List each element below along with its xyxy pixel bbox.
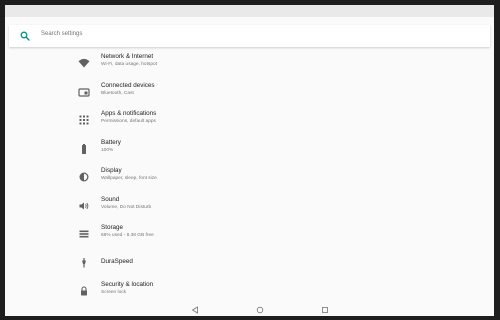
settings-item-security[interactable]: Security & location Screen lock	[5, 278, 494, 306]
item-subtitle: 68% used - 8.38 GB free	[101, 233, 154, 238]
settings-item-battery[interactable]: Battery 100%	[5, 136, 494, 164]
settings-item-duraspeed[interactable]: DuraSpeed	[5, 250, 494, 278]
settings-item-storage[interactable]: Storage 68% used - 8.38 GB free	[5, 221, 494, 249]
storage-icon	[79, 230, 89, 238]
item-subtitle: Permissions, default apps	[101, 119, 156, 124]
item-subtitle: Volume, Do Not Disturb	[101, 205, 152, 210]
item-title: Battery	[101, 139, 121, 146]
item-title: Network & Internet	[101, 53, 154, 60]
display-icon	[79, 172, 89, 182]
back-icon[interactable]	[191, 306, 199, 314]
item-title: Storage	[101, 224, 124, 231]
item-subtitle: Wi-Fi, data usage, hotspot	[101, 62, 157, 67]
lock-icon	[81, 286, 87, 296]
apps-icon	[79, 115, 89, 125]
item-subtitle: Wallpaper, sleep, font size	[101, 176, 157, 181]
item-title: DuraSpeed	[101, 258, 133, 265]
battery-icon	[82, 144, 86, 154]
settings-item-apps[interactable]: Apps & notifications Permissions, defaul…	[5, 107, 494, 135]
search-input[interactable]: Search settings	[41, 31, 82, 37]
sound-icon	[79, 202, 89, 210]
search-bar[interactable]: Search settings	[9, 25, 490, 47]
settings-item-connected-devices[interactable]: Connected devices Bluetooth, Cast	[5, 79, 494, 107]
item-subtitle: Screen lock	[101, 290, 127, 295]
settings-item-display[interactable]: Display Wallpaper, sleep, font size	[5, 164, 494, 192]
settings-screen: Search settings Network & Internet Wi-Fi…	[5, 5, 494, 316]
status-bar	[5, 5, 494, 17]
item-title: Connected devices	[101, 82, 155, 89]
wifi-icon	[78, 58, 90, 68]
item-title: Sound	[101, 196, 120, 203]
recents-icon[interactable]	[321, 306, 329, 314]
settings-item-network[interactable]: Network & Internet Wi-Fi, data usage, ho…	[5, 50, 494, 78]
settings-item-sound[interactable]: Sound Volume, Do Not Disturb	[5, 193, 494, 221]
duraspeed-icon	[82, 258, 86, 268]
home-icon[interactable]	[256, 306, 264, 314]
item-subtitle: 100%	[101, 148, 114, 153]
item-title: Display	[101, 167, 122, 174]
connected-devices-icon	[78, 88, 90, 97]
navigation-bar	[5, 303, 494, 316]
item-title: Apps & notifications	[101, 110, 157, 117]
search-icon	[20, 31, 30, 41]
item-subtitle: Bluetooth, Cast	[101, 91, 134, 96]
item-title: Security & location	[101, 281, 154, 288]
